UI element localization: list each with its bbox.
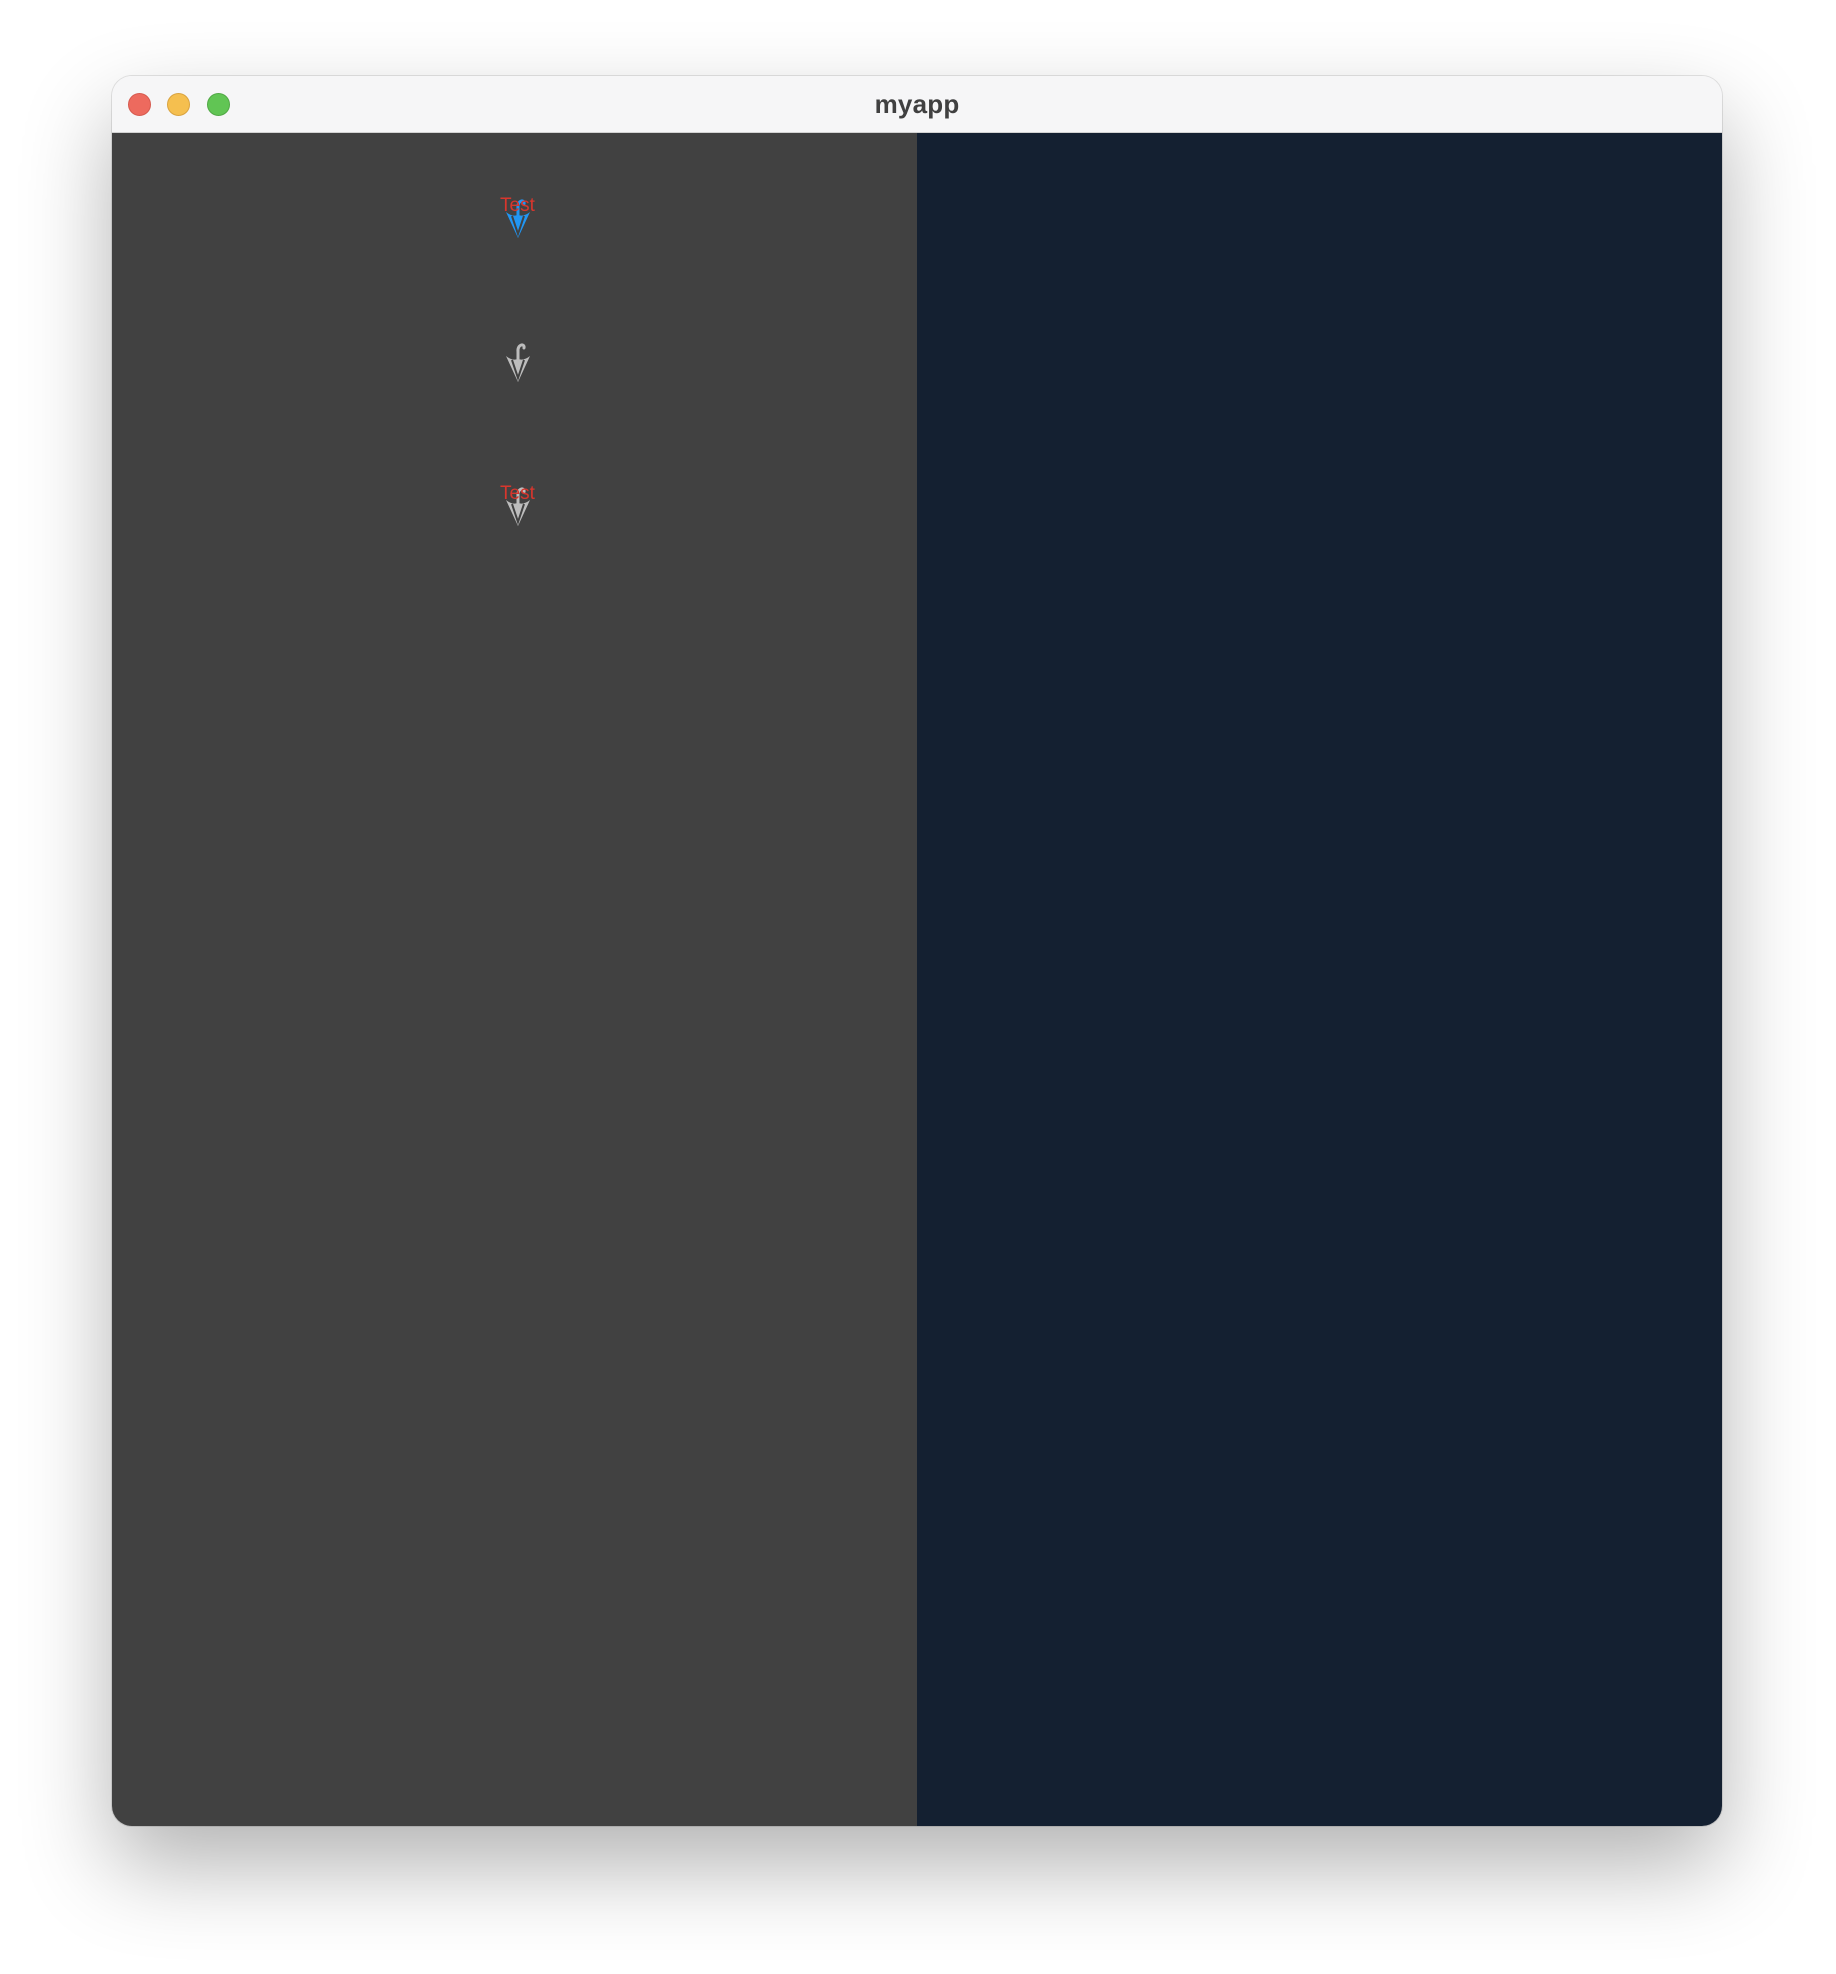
umbrella-icon: [506, 343, 530, 382]
title-bar[interactable]: myapp: [112, 76, 1722, 133]
item-label: Test: [500, 195, 535, 216]
umbrella-item-2[interactable]: [494, 338, 538, 390]
item-label: Test: [500, 483, 535, 504]
app-content: Test Test: [112, 133, 1722, 1826]
right-pane: [917, 133, 1722, 1826]
umbrella-item-3[interactable]: Test: [494, 482, 538, 534]
left-pane: Test Test: [112, 133, 917, 1826]
window-title: myapp: [874, 89, 960, 119]
umbrella-item-1[interactable]: Test: [494, 194, 538, 246]
app-window: myapp Test Test: [112, 76, 1722, 1826]
